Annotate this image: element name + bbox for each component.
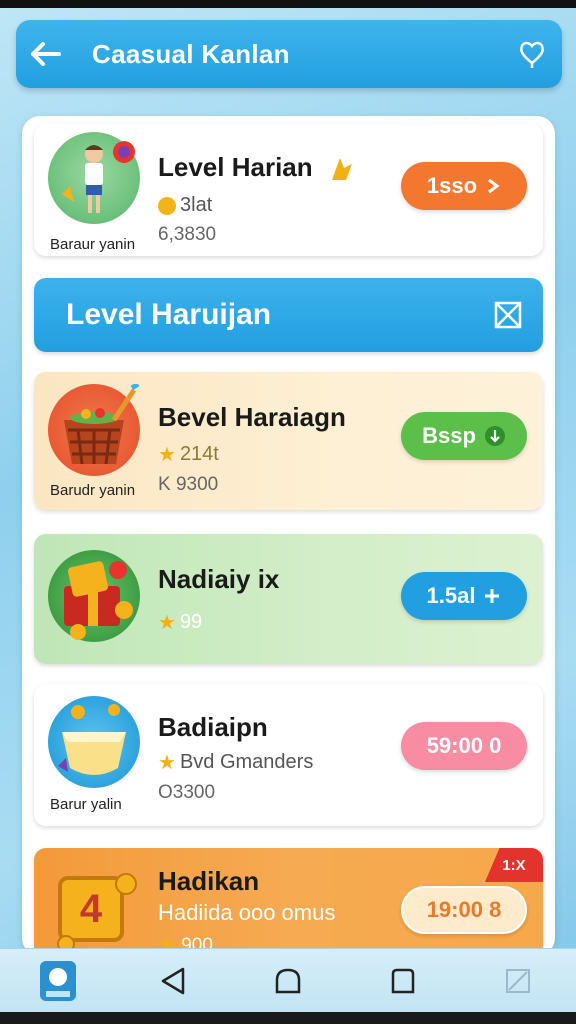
bottom-strip xyxy=(0,1012,576,1024)
svg-text:4: 4 xyxy=(80,887,103,931)
banner-title: Level Haruijan xyxy=(66,298,272,331)
card-subtitle: ★ Bvd Gmanders xyxy=(158,750,313,775)
section-banner: Level Haruijan xyxy=(34,278,543,352)
card-title: Level Harian xyxy=(158,152,313,182)
cheese-wedge-icon xyxy=(48,696,140,788)
level-card[interactable]: Nadiaiy ix ★ 99 1.5al xyxy=(34,534,543,664)
favorite-button[interactable] xyxy=(502,20,562,88)
level-card[interactable]: Baraur yanin Level Harian 3lat 6,3830 1s… xyxy=(34,124,543,256)
level-card[interactable]: Barur yalin Badiaipn ★ Bvd Gmanders O330… xyxy=(34,684,543,826)
level-card[interactable]: 1:X 4 Hadikan Hadiida ooo omus ★ 900 19:… xyxy=(34,848,543,956)
download-button-label: Bssp xyxy=(422,423,476,448)
nav-home-button[interactable] xyxy=(258,953,318,1009)
card-subtitle: 3lat xyxy=(158,194,212,217)
coin-icon xyxy=(158,196,176,215)
card-score: 6,3830 xyxy=(158,224,217,245)
chevron-right-icon xyxy=(488,178,500,194)
app-badge-button[interactable] xyxy=(28,953,88,1009)
add-button[interactable]: 1.5al xyxy=(401,572,527,620)
level-four-coins-icon: 4 xyxy=(48,860,140,953)
nav-back-button[interactable] xyxy=(143,953,203,1009)
card-score: K 9300 xyxy=(158,474,219,495)
nav-recent-button[interactable] xyxy=(373,953,433,1009)
arrow-left-icon xyxy=(31,42,61,66)
boy-avatar-icon xyxy=(48,132,140,224)
thumb-label: Baraur yanin xyxy=(50,236,136,253)
card-title: Nadiaiy ix xyxy=(158,564,280,594)
expand-button[interactable] xyxy=(473,278,543,352)
basket-icon xyxy=(48,381,140,476)
card-subtitle-text: 99 xyxy=(179,611,203,633)
timer-button-label: 59:00 0 xyxy=(426,733,502,758)
home-icon xyxy=(275,968,301,993)
thumb-label: Barur yalin xyxy=(50,796,122,813)
card-title: Hadikan xyxy=(158,866,260,896)
status-bar xyxy=(0,0,576,8)
download-button[interactable]: Bssp xyxy=(401,412,527,460)
heart-icon xyxy=(520,41,544,68)
card-subtitle-text: 214t xyxy=(179,443,219,465)
card-title: Bevel Haraiagn xyxy=(158,402,346,432)
card-subtitle-text: Hadiida ooo omus xyxy=(158,900,336,925)
reward-button[interactable]: 19:00 8 xyxy=(401,886,527,934)
back-triangle-icon xyxy=(161,967,185,994)
card-subtitle-text: Bvd Gmanders xyxy=(179,751,314,773)
nav-edit-button[interactable] xyxy=(488,953,548,1009)
gift-coins-icon xyxy=(48,550,140,642)
system-nav-bar xyxy=(0,948,576,1012)
app-header: Caasual Kanlan xyxy=(16,20,562,88)
play-button-label: 1sso xyxy=(426,173,478,198)
back-button[interactable] xyxy=(16,20,76,88)
level-list-panel: Baraur yanin Level Harian 3lat 6,3830 1s… xyxy=(22,116,555,956)
recent-icon xyxy=(391,968,415,993)
reward-button-label: 19:00 8 xyxy=(426,897,502,922)
add-button-label: 1.5al xyxy=(426,583,476,608)
star-icon: ★ xyxy=(158,444,176,466)
expand-diagonal-icon xyxy=(494,301,522,329)
star-icon: ★ xyxy=(158,752,176,774)
plus-icon xyxy=(485,589,500,603)
card-subtitle: ★ 214t xyxy=(158,442,219,467)
card-title: Badiaipn xyxy=(158,712,268,742)
play-button[interactable]: 1sso xyxy=(401,162,527,210)
thumb-label: Barudr yanin xyxy=(50,482,136,499)
download-circle-icon xyxy=(484,426,505,446)
timer-button[interactable]: 59:00 0 xyxy=(401,722,527,770)
page-title: Caasual Kanlan xyxy=(92,38,290,69)
corner-ribbon: 1:X xyxy=(485,848,543,882)
card-subtitle: Hadiida ooo omus xyxy=(158,900,335,926)
level-card[interactable]: Barudr yanin Bevel Haraiagn ★ 214t K 930… xyxy=(34,372,543,510)
trophy-icon xyxy=(332,158,352,180)
card-subtitle-text: 3lat xyxy=(180,194,213,216)
card-score: O3300 xyxy=(158,782,216,803)
star-icon: ★ xyxy=(158,612,176,634)
app-badge-icon xyxy=(39,960,76,1001)
card-subtitle: ★ 99 xyxy=(158,610,202,635)
edit-icon xyxy=(506,968,531,993)
